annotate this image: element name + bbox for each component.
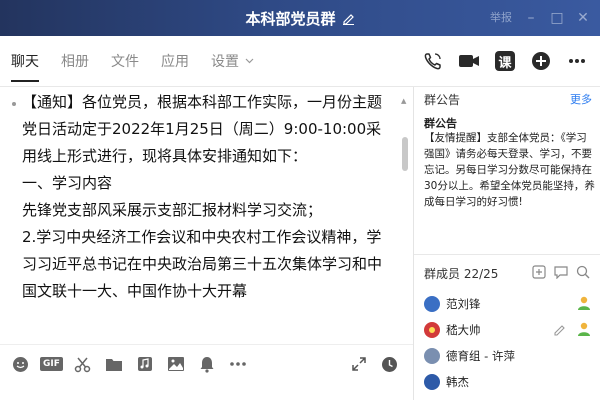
member-item[interactable]: 嵇大帅: [414, 317, 600, 343]
music-icon: [137, 357, 152, 371]
tab-files-label: 文件: [111, 54, 139, 70]
window-title: 本科部党员群: [245, 9, 336, 28]
group-side-panel: 群公告 更多 群公告 【友情提醒】支部全体党员：《学习强国》请务必每天登录、学习…: [414, 87, 600, 400]
member-name: 德育组 - 许萍: [446, 349, 515, 363]
notification-button[interactable]: [191, 351, 222, 377]
message-bullet: [12, 102, 16, 106]
window-controls: – □ ✕: [518, 0, 596, 36]
history-button[interactable]: [374, 351, 405, 377]
avatar: [424, 322, 440, 338]
close-button[interactable]: ✕: [570, 0, 596, 36]
member-name: 范刘锋: [446, 297, 481, 311]
add-member-icon: [532, 265, 546, 279]
chat-message-area[interactable]: 【通知】各位党员，根据本科部工作实际，一月份主题党日活动定于2022年1月25日…: [0, 87, 413, 344]
gif-button[interactable]: GIF: [36, 351, 67, 377]
tab-album-label: 相册: [61, 54, 89, 70]
input-toolbar: GIF: [0, 344, 413, 400]
announcement-header: 群公告: [424, 93, 461, 107]
tabs: 聊天 相册 文件 应用 设置: [0, 36, 265, 86]
member-list: 范刘锋 嵇大帅 德育组 - 许萍 韩杰: [414, 291, 600, 395]
members-tools: [528, 263, 594, 281]
member-name: 韩杰: [446, 375, 469, 389]
input-tools: GIF: [5, 351, 253, 377]
search-member-button[interactable]: [572, 263, 594, 281]
announcement-title: 群公告: [424, 117, 457, 130]
tab-settings-label: 设置: [211, 54, 239, 70]
members-header: 群成员 22/25: [424, 267, 499, 281]
member-item[interactable]: 德育组 - 许萍: [414, 343, 600, 369]
video-camera-icon: [459, 55, 479, 67]
announcement-body[interactable]: 【友情提醒】支部全体党员：《学习强国》请务必每天登录、学习，不要忘记。另每日学习…: [424, 130, 596, 210]
minimize-button[interactable]: –: [518, 0, 544, 36]
input-right-tools: [343, 351, 405, 377]
more-dots-icon: [569, 59, 585, 63]
scroll-up-arrow-icon[interactable]: ▲: [401, 97, 406, 105]
member-actions: [576, 295, 592, 311]
music-button[interactable]: [129, 351, 160, 377]
avatar-badge-icon: [429, 327, 435, 333]
member-item[interactable]: 范刘锋: [414, 291, 600, 317]
emoji-button[interactable]: [5, 351, 36, 377]
member-item[interactable]: 韩杰: [414, 369, 600, 395]
add-member-button[interactable]: [528, 263, 550, 281]
avatar: [424, 348, 440, 364]
member-name: 嵇大帅: [446, 323, 481, 337]
class-icon: 课: [495, 51, 515, 71]
edit-pencil-icon[interactable]: [342, 12, 355, 25]
tab-apps-label: 应用: [161, 54, 189, 70]
clock-icon: [382, 356, 397, 372]
voice-call-button[interactable]: [416, 44, 450, 78]
expand-button[interactable]: [343, 351, 374, 377]
image-button[interactable]: [160, 351, 191, 377]
folder-icon: [105, 358, 122, 371]
bell-icon: [200, 356, 213, 373]
class-icon-label: 课: [498, 55, 512, 71]
emoji-icon: [13, 356, 28, 372]
gif-icon: GIF: [40, 357, 63, 371]
chat-bubble-icon: [554, 266, 568, 279]
plus-circle-icon: [532, 52, 550, 70]
input-more-button[interactable]: [222, 351, 253, 377]
screenshot-button[interactable]: [67, 351, 98, 377]
scissors-icon: [74, 357, 91, 372]
tab-album[interactable]: 相册: [50, 36, 89, 86]
tab-chat[interactable]: 聊天: [0, 36, 39, 86]
chat-tools: 课: [414, 36, 594, 86]
tab-chat-label: 聊天: [11, 54, 39, 70]
search-icon: [576, 265, 590, 279]
add-button[interactable]: [524, 44, 558, 78]
phone-icon: [424, 53, 441, 70]
edit-pencil-icon: [554, 324, 565, 336]
chat-scrollbar[interactable]: [402, 137, 408, 171]
chevron-down-icon: [245, 58, 254, 64]
avatar: [424, 374, 440, 390]
announcement-more-link[interactable]: 更多: [570, 91, 592, 107]
user-icon: [578, 322, 590, 336]
tab-bar: 聊天 相册 文件 应用 设置 课: [0, 36, 600, 86]
class-button[interactable]: 课: [488, 44, 522, 78]
more-dots-icon: [229, 362, 246, 366]
user-icon: [578, 296, 590, 310]
side-divider: [414, 254, 600, 255]
member-chat-button[interactable]: [550, 263, 572, 281]
image-icon: [167, 357, 184, 371]
avatar: [424, 296, 440, 312]
message-text: 【通知】各位党员，根据本科部工作实际，一月份主题党日活动定于2022年1月25日…: [22, 93, 383, 300]
folder-button[interactable]: [98, 351, 129, 377]
video-call-button[interactable]: [452, 44, 486, 78]
maximize-button[interactable]: □: [544, 0, 570, 36]
report-link[interactable]: 举报: [490, 9, 512, 25]
member-actions: [553, 321, 592, 337]
tab-files[interactable]: 文件: [100, 36, 139, 86]
tab-settings[interactable]: 设置: [200, 36, 254, 86]
tab-apps[interactable]: 应用: [150, 36, 189, 86]
more-options-button[interactable]: [560, 44, 594, 78]
expand-icon: [351, 357, 366, 371]
